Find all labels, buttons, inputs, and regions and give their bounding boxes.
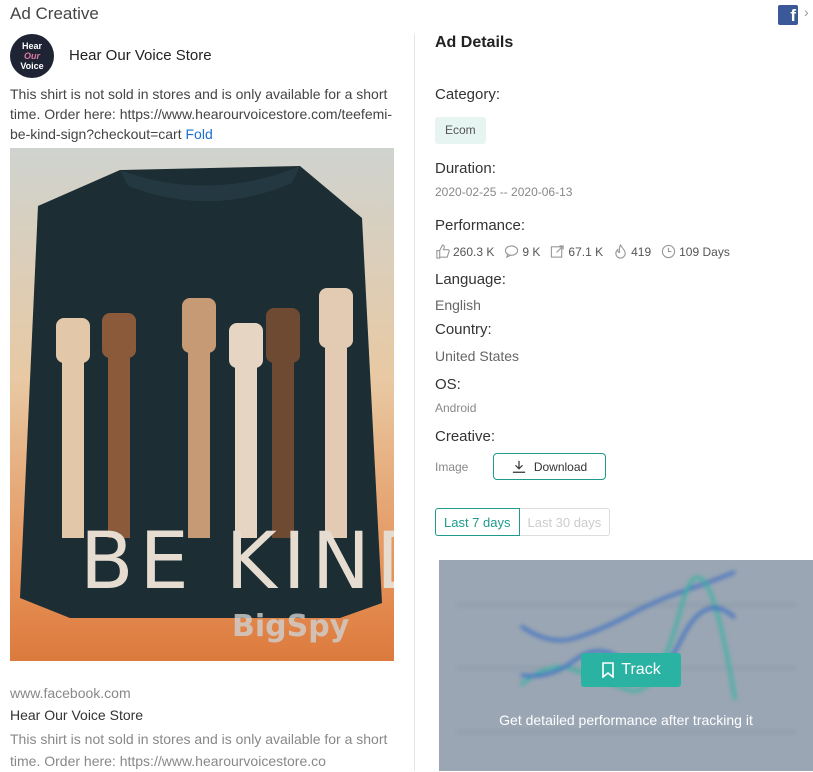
- performance-stats: 260.3 K 9 K 67.1 K 419 109 Days: [435, 244, 740, 259]
- avatar[interactable]: Hear Our Voice: [10, 34, 54, 78]
- ad-bottom-text: This shirt is not sold in stores and is …: [10, 731, 388, 769]
- fold-link[interactable]: Fold: [186, 126, 213, 142]
- likes-stat: 260.3 K: [435, 244, 494, 259]
- ad-link-domain[interactable]: www.facebook.com: [10, 685, 131, 701]
- performance-label: Performance:: [435, 217, 526, 234]
- comment-icon: [505, 245, 519, 259]
- clock-icon: [661, 244, 676, 259]
- locked-performance-chart: Track Get detailed performance after tra…: [439, 560, 813, 771]
- hot-value: 419: [631, 244, 652, 259]
- download-label: Download: [533, 459, 588, 474]
- shares-stat: 67.1 K: [550, 244, 603, 259]
- flame-icon: [615, 244, 626, 259]
- days-value: 109 Days: [679, 244, 730, 259]
- tab-last-7-days[interactable]: Last 7 days: [435, 508, 520, 536]
- comments-stat: 9 K: [504, 244, 540, 259]
- share-icon: [551, 245, 565, 258]
- bookmark-icon: [602, 662, 615, 678]
- download-icon: [512, 460, 525, 473]
- watermark-text: BigSpy: [232, 609, 350, 644]
- avatar-line-2: Our: [23, 51, 40, 61]
- creative-type-value: Image: [435, 460, 469, 474]
- likes-value: 260.3 K: [453, 244, 495, 259]
- ad-bottom-name: Hear Our Voice Store: [10, 707, 144, 723]
- column-divider: [414, 34, 415, 771]
- ad-details-panel: Ad Details Category: Ecom Duration: 2020…: [435, 0, 813, 771]
- shares-value: 67.1 K: [568, 244, 604, 259]
- avatar-line-1: Hear: [21, 41, 42, 51]
- duration-value: 2020-02-25 -- 2020-06-13: [435, 185, 573, 199]
- creative-image[interactable]: BE KIND BigSpy: [10, 148, 394, 661]
- country-value: United States: [435, 348, 520, 364]
- ad-text: This shirt is not sold in stores and is …: [10, 84, 394, 144]
- page-title: Ad Creative: [10, 4, 99, 23]
- track-button[interactable]: Track: [581, 653, 681, 687]
- thumbs-up-icon: [436, 244, 450, 259]
- advertiser-header: Hear Our Voice Hear Our Voice Store: [10, 34, 394, 80]
- country-label: Country:: [435, 321, 492, 338]
- track-note: Get detailed performance after tracking …: [499, 712, 753, 728]
- shirt-text: BE KIND: [80, 517, 394, 607]
- details-title: Ad Details: [435, 34, 514, 51]
- os-label: OS:: [435, 376, 461, 393]
- avatar-line-3: Voice: [20, 61, 44, 71]
- advertiser-name[interactable]: Hear Our Voice Store: [69, 47, 212, 64]
- track-label: Track: [621, 661, 661, 678]
- hot-stat: 419: [613, 244, 651, 259]
- duration-label: Duration:: [435, 160, 496, 177]
- download-button[interactable]: Download: [493, 453, 606, 480]
- date-range-tabs: Last 7 days Last 30 days: [435, 508, 611, 536]
- language-value: English: [435, 297, 481, 313]
- language-label: Language:: [435, 271, 506, 288]
- creative-label: Creative:: [435, 428, 496, 445]
- comments-value: 9 K: [522, 244, 541, 259]
- os-value: Android: [435, 401, 477, 415]
- category-label: Category:: [435, 86, 501, 103]
- category-badge[interactable]: Ecom: [435, 117, 486, 144]
- days-stat: 109 Days: [661, 244, 730, 259]
- shirt-illustration: BE KIND BigSpy: [10, 148, 394, 661]
- tab-last-30-days[interactable]: Last 30 days: [519, 508, 611, 536]
- ad-creative-panel: Hear Our Voice Hear Our Voice Store This…: [10, 34, 394, 769]
